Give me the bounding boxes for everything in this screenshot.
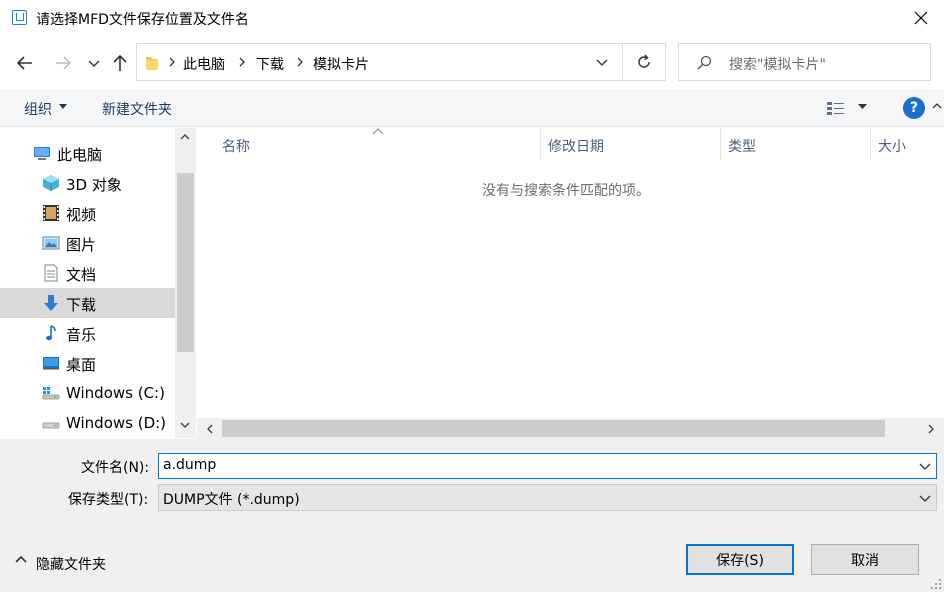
command-bar: 组织 新建文件夹 [0, 89, 944, 127]
nav-item-3d-objects[interactable]: 3D 对象 [0, 168, 175, 198]
nav-item-label: Windows (C:) [66, 384, 165, 402]
organize-button[interactable]: 组织 [24, 99, 52, 119]
column-divider[interactable] [870, 128, 871, 160]
file-list: 名称 修改日期 类型 大小 [197, 128, 944, 420]
filetype-label: 保存类型(T): [68, 492, 149, 508]
documents-icon [44, 264, 58, 282]
filename-label: 文件名(N): [81, 460, 150, 476]
caret-down-icon[interactable] [858, 104, 867, 110]
chevron-down-icon[interactable] [594, 56, 610, 70]
file-list-scrollbar-thumb[interactable] [222, 420, 885, 437]
nav-item-label: 此电脑 [57, 146, 103, 164]
cancel-button[interactable]: 取消 [811, 544, 919, 575]
pictures-icon [42, 236, 60, 250]
address-bar[interactable]: 此电脑 下载 模拟卡片 [136, 43, 623, 81]
column-divider[interactable] [720, 128, 721, 160]
nav-item-label: 视频 [66, 206, 97, 224]
arrow-right-icon [56, 56, 72, 70]
close-button[interactable] [898, 0, 944, 36]
empty-folder-message: 没有与搜索条件匹配的项。 [482, 183, 650, 199]
breadcrumb-this-pc[interactable]: 此电脑 [183, 54, 225, 74]
back-button[interactable] [12, 50, 38, 76]
nav-item-drive-d[interactable]: Windows (D:) [0, 408, 175, 438]
chevron-down-icon[interactable] [919, 493, 931, 503]
new-folder-button[interactable]: 新建文件夹 [102, 99, 172, 119]
view-options-icon[interactable] [826, 100, 846, 116]
column-divider[interactable] [540, 128, 541, 160]
filetype-value: DUMP文件 (*.dump) [163, 492, 300, 508]
column-header-date-modified[interactable]: 修改日期 [548, 136, 604, 156]
chevron-down-icon [88, 60, 100, 67]
chevron-right-icon[interactable] [926, 423, 936, 435]
nav-item-label: 文档 [66, 266, 97, 284]
recent-locations-button[interactable] [86, 54, 102, 72]
resize-grip-icon[interactable] [930, 578, 942, 590]
sort-ascending-icon [372, 128, 384, 135]
up-button[interactable] [108, 50, 132, 76]
app-icon [12, 10, 27, 25]
search-box[interactable]: 搜索"模拟卡片" [678, 43, 931, 81]
nav-item-desktop[interactable]: 桌面 [0, 348, 175, 378]
nav-item-documents[interactable]: 文档 [0, 258, 175, 288]
breadcrumb-separator-icon [297, 57, 303, 67]
chevron-up-icon[interactable] [932, 101, 942, 111]
caret-down-icon [59, 104, 67, 109]
computer-icon [34, 147, 50, 160]
nav-item-music[interactable]: 音乐 [0, 318, 175, 348]
drive-icon [42, 387, 60, 400]
music-icon [46, 325, 56, 341]
nav-item-downloads[interactable]: 下载 [0, 288, 175, 318]
nav-item-label: 音乐 [66, 326, 97, 344]
search-icon [697, 55, 712, 70]
save-button[interactable]: 保存(S) [686, 544, 794, 575]
refresh-icon [638, 54, 650, 68]
folder-icon [146, 57, 158, 70]
filename-field[interactable]: a.dump [158, 453, 937, 479]
drive-icon [42, 422, 60, 429]
chevron-down-icon[interactable] [179, 420, 191, 430]
nav-item-label: 桌面 [66, 356, 97, 374]
forward-button[interactable] [50, 50, 76, 76]
nav-item-drive-c[interactable]: Windows (C:) [0, 378, 175, 408]
navigation-pane: 此电脑 3D 对象 视频 图片 文档 下载 音乐 桌面 Windows (C:)… [0, 128, 196, 438]
arrow-up-icon [113, 54, 127, 71]
filetype-select[interactable]: DUMP文件 (*.dump) [158, 484, 937, 511]
column-header-type[interactable]: 类型 [728, 136, 756, 156]
breadcrumb-current-folder[interactable]: 模拟卡片 [313, 54, 369, 74]
chevron-up-icon[interactable] [14, 554, 28, 566]
nav-item-label: Windows (D:) [66, 414, 167, 432]
downloads-icon [44, 295, 58, 311]
filename-value[interactable]: a.dump [163, 457, 216, 473]
arrow-left-icon [16, 56, 32, 70]
video-icon [43, 205, 59, 221]
nav-pane-scrollbar-thumb[interactable] [177, 173, 194, 352]
search-placeholder: 搜索"模拟卡片" [729, 57, 826, 73]
nav-item-label: 下载 [66, 296, 97, 314]
title-bar: 请选择MFD文件保存位置及文件名 [0, 0, 944, 36]
nav-item-label: 图片 [66, 236, 97, 254]
help-button[interactable]: ? [903, 97, 925, 119]
nav-item-videos[interactable]: 视频 [0, 198, 175, 228]
nav-item-this-pc[interactable]: 此电脑 [0, 138, 175, 168]
refresh-button[interactable] [623, 43, 666, 81]
nav-item-pictures[interactable]: 图片 [0, 228, 175, 258]
nav-item-label: 3D 对象 [66, 176, 122, 194]
hide-folders-toggle[interactable]: 隐藏文件夹 [36, 554, 106, 574]
chevron-up-icon[interactable] [179, 132, 191, 142]
breadcrumb-downloads[interactable]: 下载 [256, 54, 284, 74]
chevron-left-icon[interactable] [205, 423, 215, 435]
desktop-icon [43, 357, 59, 370]
breadcrumb-separator-icon [169, 57, 175, 67]
close-icon [914, 11, 928, 25]
column-header-name[interactable]: 名称 [222, 136, 250, 156]
column-header-size[interactable]: 大小 [878, 136, 906, 156]
window-title: 请选择MFD文件保存位置及文件名 [36, 12, 249, 28]
chevron-down-icon[interactable] [919, 461, 931, 471]
breadcrumb-separator-icon [239, 57, 245, 67]
3d-objects-icon [43, 175, 59, 191]
